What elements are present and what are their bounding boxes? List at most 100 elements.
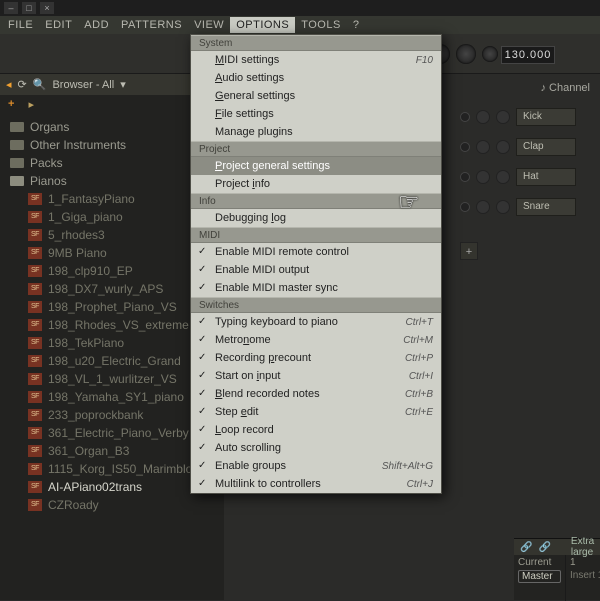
menu-item[interactable]: ✓Recording precountCtrl+P xyxy=(191,349,441,367)
menu-item[interactable]: MIDI settingsF10 xyxy=(191,51,441,69)
titlebar-button[interactable]: – xyxy=(4,2,18,14)
menu-item-label: Enable MIDI output xyxy=(215,264,309,276)
menu-tools[interactable]: TOOLS xyxy=(295,17,347,33)
tree-item-label: 198_Rhodes_VS_extreme xyxy=(48,318,189,332)
bpm-display[interactable]: 130.000 xyxy=(501,46,555,64)
tree-item-label: 198_VL_1_wurlitzer_VS xyxy=(48,372,177,386)
menu-item[interactable]: ✓Auto scrolling xyxy=(191,439,441,457)
tree-item-label: 198_clp910_EP xyxy=(48,264,133,278)
menu-help[interactable]: ? xyxy=(347,17,366,33)
channel-led-icon[interactable] xyxy=(460,112,470,122)
tree-item-label: Packs xyxy=(30,156,63,170)
menu-section-header: Info xyxy=(191,193,441,209)
pan-knob[interactable] xyxy=(476,110,490,124)
menu-item-label: Recording precount xyxy=(215,352,311,364)
pan-knob[interactable] xyxy=(476,170,490,184)
menu-file[interactable]: FILE xyxy=(2,17,39,33)
menu-item[interactable]: ✓Enable groupsShift+Alt+G xyxy=(191,457,441,475)
pan-knob[interactable] xyxy=(476,140,490,154)
channel-rack-header[interactable]: ♪ Channel xyxy=(540,82,590,94)
folder-icon xyxy=(10,158,24,168)
check-icon: ✓ xyxy=(198,370,206,381)
channel-button[interactable]: Hat xyxy=(516,168,576,186)
menu-item-label: Blend recorded notes xyxy=(215,388,320,400)
soundfont-icon: SF xyxy=(28,373,42,385)
mixer-slot-header: 1 xyxy=(570,557,600,568)
vol-knob[interactable] xyxy=(496,110,510,124)
menu-item[interactable]: Manage plugins xyxy=(191,123,441,141)
menu-item[interactable]: Audio settings xyxy=(191,69,441,87)
tree-item-label: Organs xyxy=(30,120,69,134)
menu-add[interactable]: ADD xyxy=(78,17,115,33)
mixer-link-icon[interactable]: 🔗 xyxy=(538,542,550,553)
menu-item[interactable]: ✓MetronomeCtrl+M xyxy=(191,331,441,349)
menu-item[interactable]: ✓ Enable MIDI output xyxy=(191,261,441,279)
soundfont-icon: SF xyxy=(28,319,42,331)
channel-led-icon[interactable] xyxy=(460,202,470,212)
menu-item-label: Auto scrolling xyxy=(215,442,281,454)
mixer-link-icon[interactable]: 🔗 xyxy=(520,542,532,553)
menu-item[interactable]: ✓Multilink to controllersCtrl+J xyxy=(191,475,441,493)
menu-item-label: Multilink to controllers xyxy=(215,478,321,490)
menu-item[interactable]: ✓Blend recorded notesCtrl+B xyxy=(191,385,441,403)
add-channel-button[interactable]: + xyxy=(460,242,478,260)
record-button[interactable] xyxy=(456,44,476,64)
tree-item[interactable]: SF CZRoady xyxy=(10,496,224,514)
refresh-icon[interactable]: ⟳ xyxy=(18,78,27,91)
transport-button[interactable] xyxy=(482,46,498,62)
tree-item-label: CZRoady xyxy=(48,498,99,512)
folder-icon xyxy=(10,122,24,132)
vol-knob[interactable] xyxy=(496,200,510,214)
channel-led-icon[interactable] xyxy=(460,172,470,182)
tree-item-label: 361_Electric_Piano_Verby xyxy=(48,426,189,440)
titlebar-button[interactable]: × xyxy=(40,2,54,14)
collapse-icon[interactable]: ◂ xyxy=(6,78,12,91)
pan-knob[interactable] xyxy=(476,200,490,214)
menu-item[interactable]: ✓Typing keyboard to pianoCtrl+T xyxy=(191,313,441,331)
check-icon: ✓ xyxy=(198,264,206,275)
channel-row: Clap xyxy=(460,138,576,156)
menu-item[interactable]: ✓Enable MIDI remote control xyxy=(191,243,441,261)
soundfont-icon: SF xyxy=(28,499,42,511)
search-icon[interactable]: 🔍 xyxy=(33,78,47,91)
mixer-slot[interactable]: CurrentMaster xyxy=(514,555,566,601)
menu-item-label: Typing keyboard to piano xyxy=(215,316,338,328)
chevron-down-icon[interactable]: ▾ xyxy=(120,78,126,91)
timecode-display: 3.2 xyxy=(495,0,528,1)
add-icon[interactable]: + xyxy=(8,98,14,111)
menu-item-label: Loop record xyxy=(215,424,274,436)
soundfont-icon: SF xyxy=(28,391,42,403)
menu-item[interactable]: ✓Enable MIDI master sync xyxy=(191,279,441,297)
channel-led-icon[interactable] xyxy=(460,142,470,152)
channel-button[interactable]: Snare xyxy=(516,198,576,216)
menu-item[interactable]: File settings xyxy=(191,105,441,123)
channel-button[interactable]: Clap xyxy=(516,138,576,156)
window-titlebar: – □ × 3.2 ▦ ♫ ≡ ▦ xyxy=(0,0,600,16)
arrow-icon[interactable]: ▸ xyxy=(28,98,34,111)
menu-item[interactable]: General settings xyxy=(191,87,441,105)
menu-section-header: Switches xyxy=(191,297,441,313)
vol-knob[interactable] xyxy=(496,170,510,184)
titlebar-button[interactable]: □ xyxy=(22,2,36,14)
menu-item[interactable]: ✓Start on inputCtrl+I xyxy=(191,367,441,385)
menu-options[interactable]: OPTIONS xyxy=(230,17,295,33)
menu-item[interactable]: Project info xyxy=(191,175,441,193)
check-icon: ✓ xyxy=(198,282,206,293)
menu-patterns[interactable]: PATTERNS xyxy=(115,17,188,33)
vol-knob[interactable] xyxy=(496,140,510,154)
soundfont-icon: SF xyxy=(28,445,42,457)
menu-edit[interactable]: EDIT xyxy=(39,17,78,33)
menu-item[interactable]: ✓Step editCtrl+E xyxy=(191,403,441,421)
menu-item-shortcut: Ctrl+I xyxy=(409,371,433,382)
soundfont-icon: SF xyxy=(28,355,42,367)
menu-item[interactable]: Project general settings xyxy=(191,157,441,175)
tree-item-label: 1115_Korg_IS50_Marimbloyd xyxy=(48,462,205,476)
check-icon: ✓ xyxy=(198,406,206,417)
mixer-slot[interactable]: 1Insert 1 xyxy=(566,555,600,601)
menu-item[interactable]: Debugging log xyxy=(191,209,441,227)
menu-item[interactable]: ✓Loop record xyxy=(191,421,441,439)
channel-button[interactable]: Kick xyxy=(516,108,576,126)
menu-view[interactable]: VIEW xyxy=(188,17,230,33)
check-icon: ✓ xyxy=(198,246,206,257)
soundfont-icon: SF xyxy=(28,265,42,277)
